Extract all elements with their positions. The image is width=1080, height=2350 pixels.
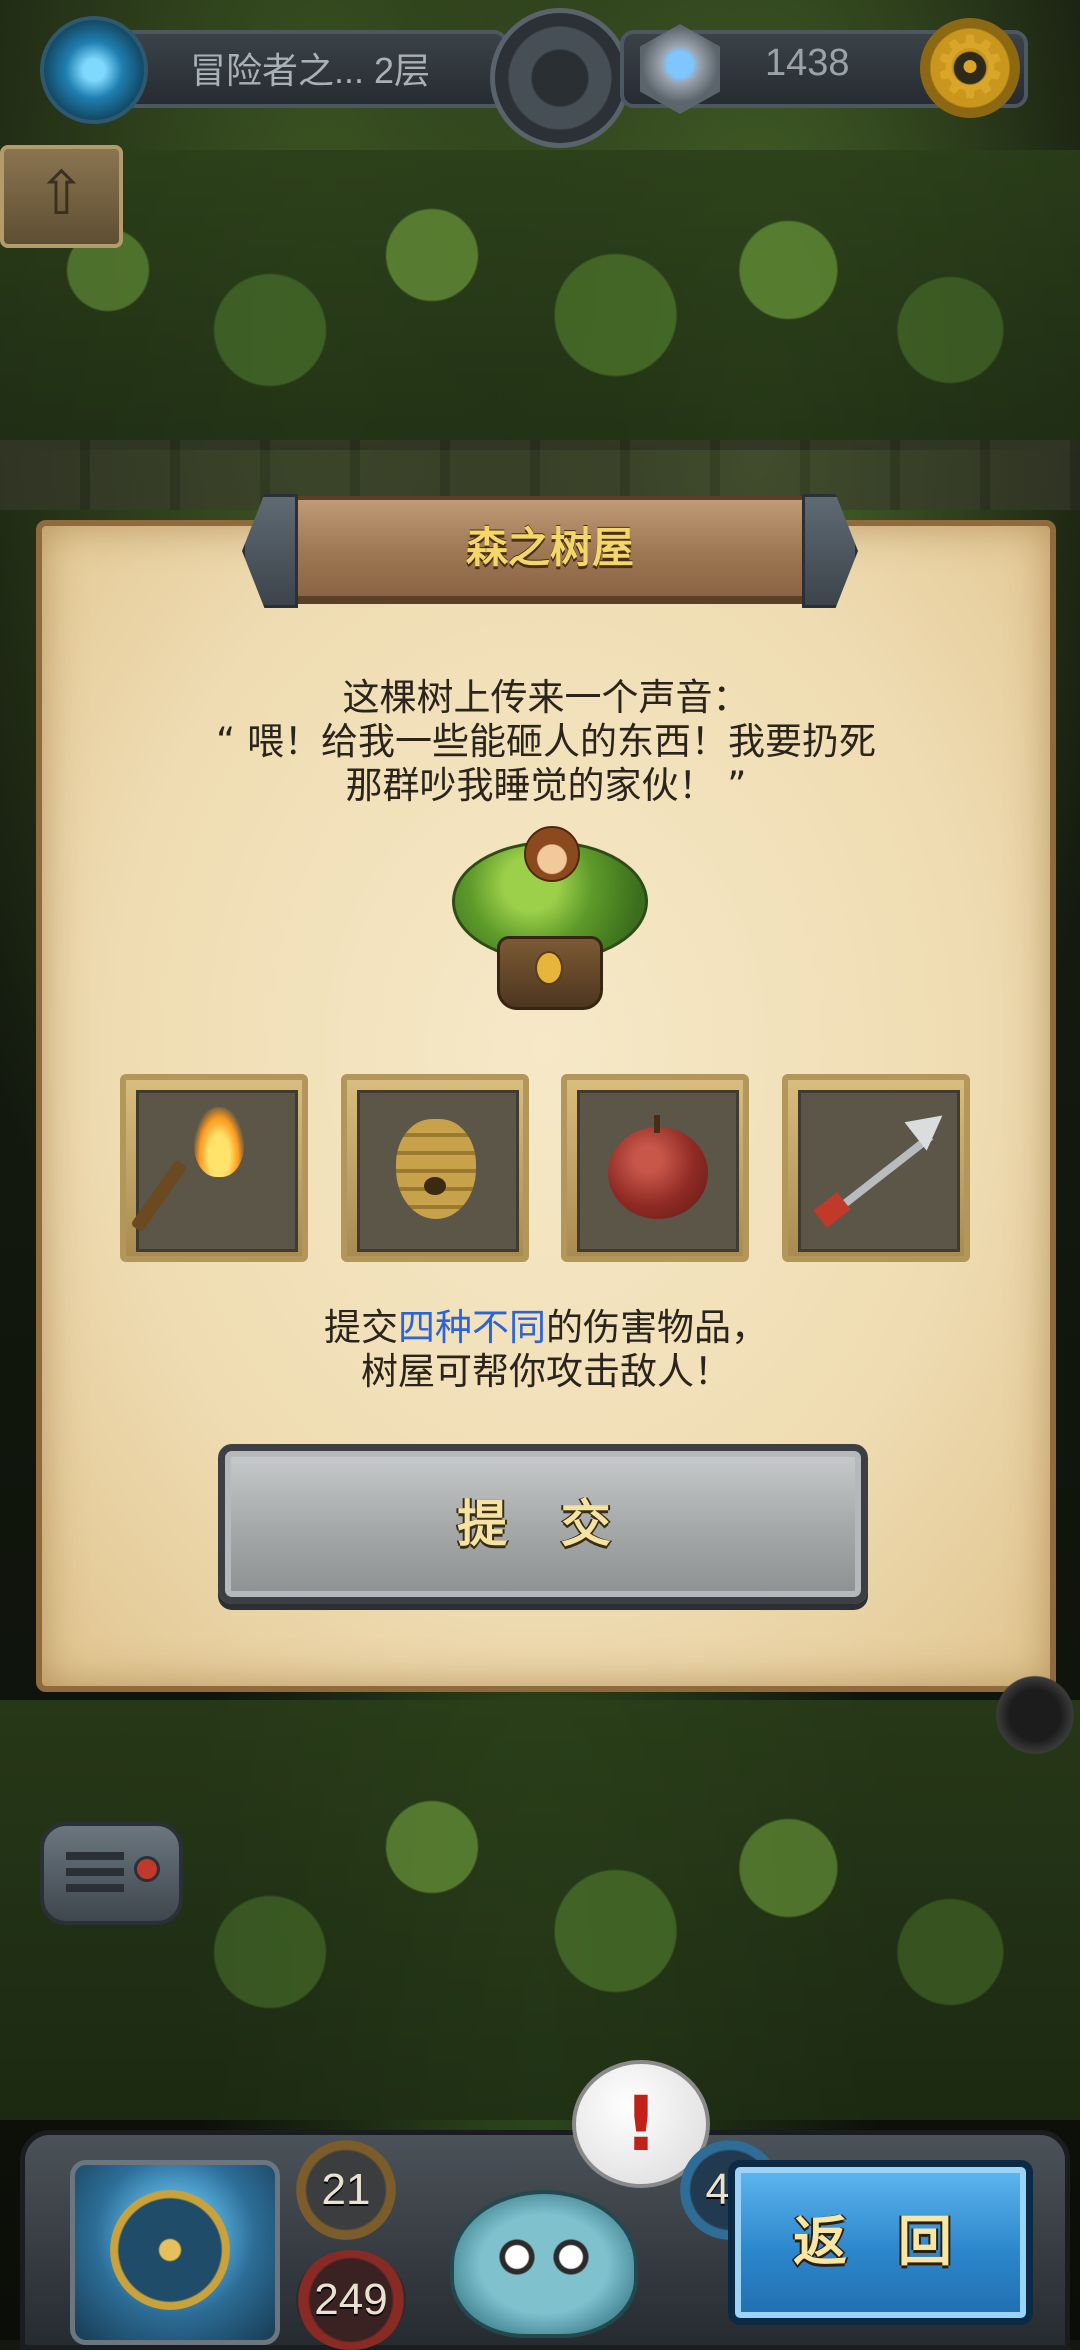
top-hud: 冒险者之... 2层 1438: [40, 8, 1040, 148]
spider-icon: [990, 1670, 1080, 1760]
menu-button[interactable]: [40, 1822, 183, 1925]
hero-avatar[interactable]: [450, 2190, 638, 2338]
gear-icon[interactable]: [920, 18, 1020, 118]
item-slot-apple[interactable]: [561, 1074, 750, 1262]
beehive-icon: [356, 1090, 519, 1252]
back-button[interactable]: 返 回: [728, 2160, 1033, 2325]
tree-door: [535, 951, 563, 985]
treehouse-dialog: 森之树屋 这棵树上传来一个声音： “ 喂！给我一些能砸人的东西！我要扔死 那群吵…: [36, 496, 1056, 1692]
monkey-icon: [524, 826, 580, 882]
bottom-hud: 21 249 ! 44 返 回: [0, 2060, 1080, 2350]
hint-highlight: 四种不同: [398, 1306, 546, 1349]
hint-line-2: 树屋可帮你攻击敌人！: [361, 1350, 731, 1393]
attack-stat: 21: [296, 2140, 396, 2240]
submit-label: 提 交: [457, 1495, 629, 1553]
arrow-icon: [797, 1090, 960, 1252]
treehouse-icon: [452, 826, 648, 1010]
story-line: “ 喂！给我一些能砸人的东西！我要扔死: [216, 720, 876, 763]
arrow-fletching: [813, 1192, 851, 1228]
hint-text: 提交四种不同的伤害物品， 树屋可帮你攻击敌人！: [42, 1306, 1050, 1394]
hint-prefix: 提交: [324, 1306, 398, 1349]
item-slot-torch[interactable]: [120, 1074, 308, 1262]
gold-count: 1438: [765, 42, 850, 84]
item-slot-arrow[interactable]: [781, 1074, 970, 1262]
apple-icon: [577, 1090, 740, 1252]
floor-label: 冒险者之... 2层: [190, 50, 431, 91]
title-plank: 森之树屋: [272, 496, 828, 600]
dialog-title: 森之树屋: [465, 523, 634, 572]
item-slot-beehive[interactable]: [340, 1074, 529, 1262]
hint-suffix: 的伤害物品，: [546, 1306, 768, 1349]
top-foliage: [0, 150, 1080, 450]
hint-line-1: 提交四种不同的伤害物品，: [42, 1306, 1050, 1350]
compass-icon: [110, 2190, 230, 2310]
story-text: 这棵树上传来一个声音： “ 喂！给我一些能砸人的东西！我要扔死 那群吵我睡觉的家…: [42, 676, 1050, 808]
center-emblem-icon: [490, 8, 630, 148]
up-arrow-button[interactable]: [0, 145, 123, 248]
back-label: 返 回: [793, 2210, 968, 2273]
hp-stat: 249: [296, 2250, 406, 2350]
story-line: 那群吵我睡觉的家伙！ ”: [345, 764, 747, 807]
story-line: 这棵树上传来一个声音：: [342, 676, 750, 719]
torch-icon: [136, 1090, 298, 1252]
item-slots: [120, 1074, 970, 1264]
portal-icon[interactable]: [40, 16, 148, 124]
submit-button[interactable]: 提 交: [218, 1444, 868, 1604]
